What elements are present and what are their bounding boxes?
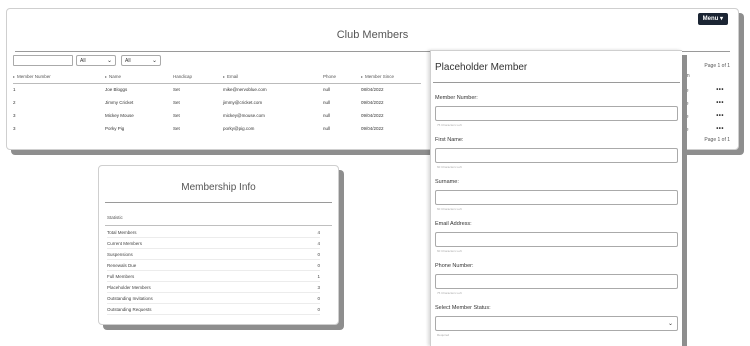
surname-field[interactable] <box>435 190 678 205</box>
sort-icon: ▸ <box>361 74 364 80</box>
first-name-label: First Name: <box>435 137 464 143</box>
first-name-hint: 60 Characters Left <box>437 165 462 169</box>
page-info-top: Page 1 of 1 <box>704 63 730 69</box>
cell-name: Joe Bloggs <box>105 87 128 93</box>
chevron-down-icon: ⌄ <box>667 321 673 327</box>
table-row[interactable]: 2 Jimmy Cricket Set jimmy@cricket.com nu… <box>13 96 421 109</box>
cell-number: 3 <box>13 126 16 131</box>
menu-button[interactable]: Menu ▾ <box>697 13 728 25</box>
cell-phone: null <box>323 113 331 118</box>
cell-handicap: Set <box>173 87 180 93</box>
col-name[interactable]: ▸ Name <box>105 71 173 84</box>
row-actions-icon[interactable]: ••• <box>716 113 724 119</box>
chevron-down-icon: ⌄ <box>106 58 112 64</box>
email-hint: 60 Characters Left <box>437 249 462 253</box>
stat-row: Placeholder Members 3 <box>107 282 320 293</box>
cell-number: 1 <box>13 87 16 93</box>
cell-number: 2 <box>13 100 16 105</box>
table-row[interactable]: 3 Porky Pig Set porky@pig.com null 09/04… <box>13 122 421 135</box>
placeholder-member-panel: Placeholder Member Member Number: 75 Cha… <box>430 50 682 346</box>
table-row[interactable]: 1 Joe Bloggs Set mike@nervoblue.com null… <box>13 83 421 96</box>
stat-row: Suspensions 0 <box>107 249 320 260</box>
cell-extra: be <box>683 101 689 107</box>
stat-row: Full Members 1 <box>107 271 320 282</box>
search-input[interactable] <box>13 55 73 66</box>
stat-row: Outstanding Requests 0 <box>107 304 320 315</box>
cell-since: 09/04/2022 <box>361 126 384 131</box>
stat-row: Current Members 4 <box>107 238 320 249</box>
table-row[interactable]: 3 Mickey Mouse Set mickey@mouse.com null… <box>13 109 421 122</box>
cell-since: 09/04/2022 <box>361 113 384 118</box>
col-phone: Phone <box>323 71 361 84</box>
cell-since: 08/04/2022 <box>361 87 384 93</box>
cell-handicap: Set <box>173 100 180 105</box>
row-actions-icon[interactable]: ••• <box>716 126 724 132</box>
filter-select-2[interactable]: All ⌄ <box>121 55 161 66</box>
stats-header: Statistic <box>107 215 123 220</box>
filter-select-2-value: All <box>125 57 131 64</box>
cell-extra: be <box>683 114 689 120</box>
col-member-number[interactable]: ▸ Member Number <box>13 71 105 84</box>
cell-email: porky@pig.com <box>223 126 255 131</box>
cell-email: mickey@mouse.com <box>223 113 265 118</box>
page-info-bottom: Page 1 of 1 <box>704 137 730 143</box>
surname-hint: 60 Characters Left <box>437 207 462 211</box>
divider <box>433 82 680 83</box>
cell-name: Jimmy Cricket <box>105 100 134 105</box>
placeholder-member-title: Placeholder Member <box>435 62 528 73</box>
divider <box>105 202 332 203</box>
member-status-select[interactable]: ⌄ <box>435 316 678 331</box>
member-number-label: Member Number: <box>435 95 478 101</box>
cell-extra: be <box>683 127 689 133</box>
phone-label: Phone Number: <box>435 263 474 269</box>
members-table: ▸ Member Number ▸ Name Handicap ▸ Email Pho… <box>13 71 421 135</box>
col-member-since[interactable]: ▸ Member Since <box>361 71 421 84</box>
col-extra-header: nin <box>683 73 690 79</box>
cell-name: Mickey Mouse <box>105 113 134 118</box>
chevron-down-icon: ⌄ <box>151 58 157 64</box>
sort-icon: ▸ <box>223 74 226 80</box>
row-actions-icon[interactable]: ••• <box>716 87 724 93</box>
phone-hint: 75 Characters Left <box>437 291 462 295</box>
member-status-hint: Required <box>437 333 450 337</box>
phone-field[interactable] <box>435 274 678 289</box>
cell-since: 09/04/2022 <box>361 100 384 105</box>
cell-phone: null <box>323 87 331 93</box>
filter-select-1-value: All <box>80 57 86 64</box>
email-field[interactable] <box>435 232 678 247</box>
sort-icon: ▸ <box>105 74 108 80</box>
member-number-field[interactable] <box>435 106 678 121</box>
row-actions-icon[interactable]: ••• <box>716 100 724 106</box>
col-email[interactable]: ▸ Email <box>223 71 323 84</box>
email-label: Email Address: <box>435 221 472 227</box>
sort-icon: ▸ <box>13 74 16 80</box>
stat-row: Outstanding Invitations 0 <box>107 293 320 304</box>
table-header-row: ▸ Member Number ▸ Name Handicap ▸ Email Pho… <box>13 71 421 84</box>
surname-label: Surname: <box>435 179 459 185</box>
cell-phone: null <box>323 126 331 131</box>
filter-select-1[interactable]: All ⌄ <box>76 55 116 66</box>
membership-info-title: Membership Info <box>181 182 256 193</box>
cell-handicap: Set <box>173 113 180 118</box>
club-members-title: Club Members <box>336 29 409 41</box>
cell-number: 3 <box>13 113 16 118</box>
member-status-label: Select Member Status: <box>435 305 491 311</box>
membership-info-card: Membership Info Statistic Total Members 4… <box>98 165 339 325</box>
divider <box>105 225 332 226</box>
col-handicap: Handicap <box>173 71 223 84</box>
cell-extra: be <box>683 88 689 94</box>
cell-name: Porky Pig <box>105 126 125 131</box>
cell-phone: null <box>323 100 331 105</box>
cell-email: mike@nervoblue.com <box>223 87 267 93</box>
stat-row: Renewals Due 0 <box>107 260 320 271</box>
stat-row: Total Members 4 <box>107 227 320 238</box>
cell-handicap: Set <box>173 126 180 131</box>
cell-email: jimmy@cricket.com <box>223 100 263 105</box>
first-name-field[interactable] <box>435 148 678 163</box>
member-number-hint: 75 Characters Left <box>437 123 462 127</box>
